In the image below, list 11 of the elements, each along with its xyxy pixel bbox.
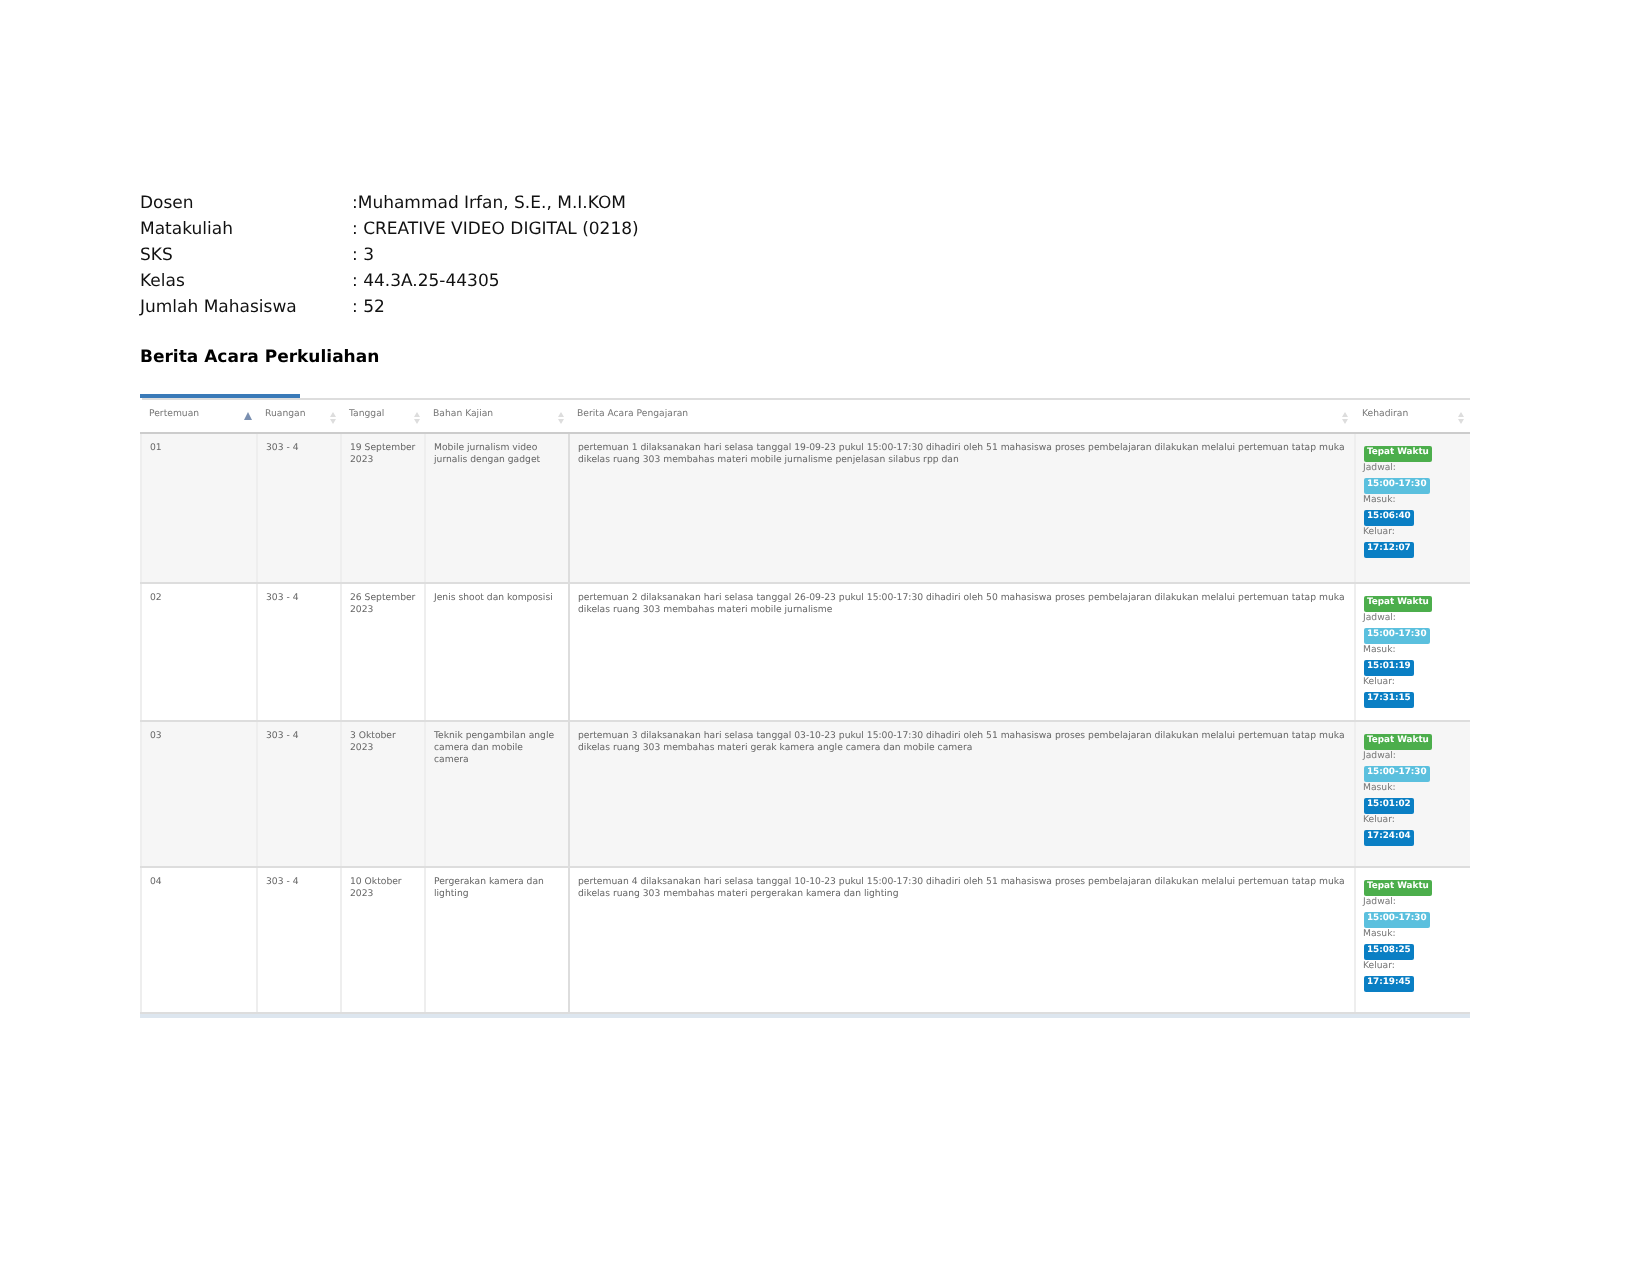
info-label: Matakuliah	[140, 220, 235, 240]
info-value: : 3	[352, 246, 376, 266]
info-label: Dosen	[140, 194, 196, 214]
info-label: SKS	[140, 246, 175, 266]
info-value: : 44.3A.25-44305	[352, 272, 502, 292]
info-value: :Muhammad Irfan, S.E., M.I.KOM	[352, 194, 628, 214]
info-label: Kelas	[140, 272, 187, 292]
info-label: Jumlah Mahasiswa	[140, 298, 299, 318]
info-value: : CREATIVE VIDEO DIGITAL (0218)	[352, 220, 641, 240]
info-value: : 52	[352, 298, 387, 318]
section-title: Berita Acara Perkuliahan	[140, 348, 382, 368]
